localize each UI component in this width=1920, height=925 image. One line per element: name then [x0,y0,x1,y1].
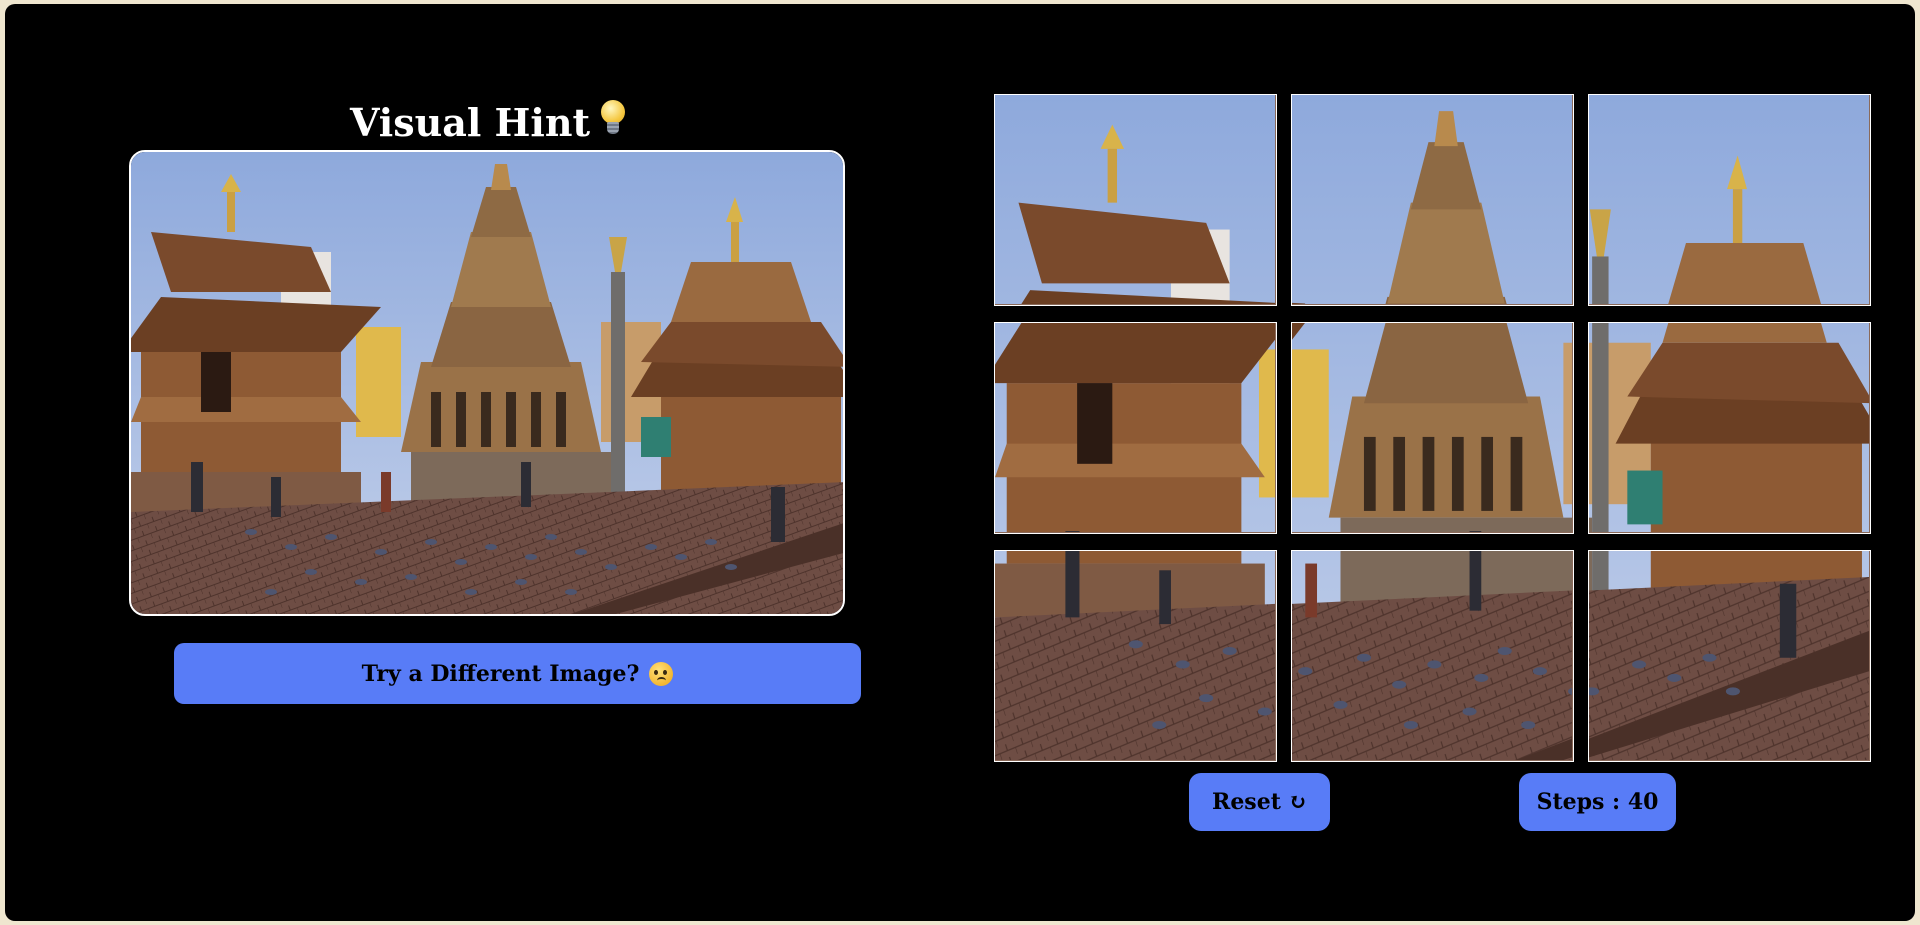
hint-title-text: Visual Hint [349,100,591,145]
hint-title: Visual Hint [128,96,848,150]
reset-button[interactable]: Reset ↻ [1189,773,1330,831]
puzzle-grid [994,94,1874,762]
puzzle-tile[interactable] [1588,322,1871,534]
puzzle-tile[interactable] [1588,94,1871,306]
puzzle-tile[interactable] [994,322,1277,534]
puzzle-tile[interactable] [1291,322,1574,534]
puzzle-tile[interactable] [994,550,1277,762]
thinking-face-icon [649,661,674,686]
light-bulb-icon [600,100,626,140]
try-different-image-button[interactable]: Try a Different Image? [174,643,861,704]
hint-image [129,150,845,616]
puzzle-tile[interactable] [994,94,1277,306]
puzzle-tile[interactable] [1291,550,1574,762]
puzzle-tile[interactable] [1291,94,1574,306]
steps-counter: Steps : 40 [1519,773,1676,831]
try-different-image-label: Try a Different Image? [361,660,640,687]
puzzle-tile[interactable] [1588,550,1871,762]
